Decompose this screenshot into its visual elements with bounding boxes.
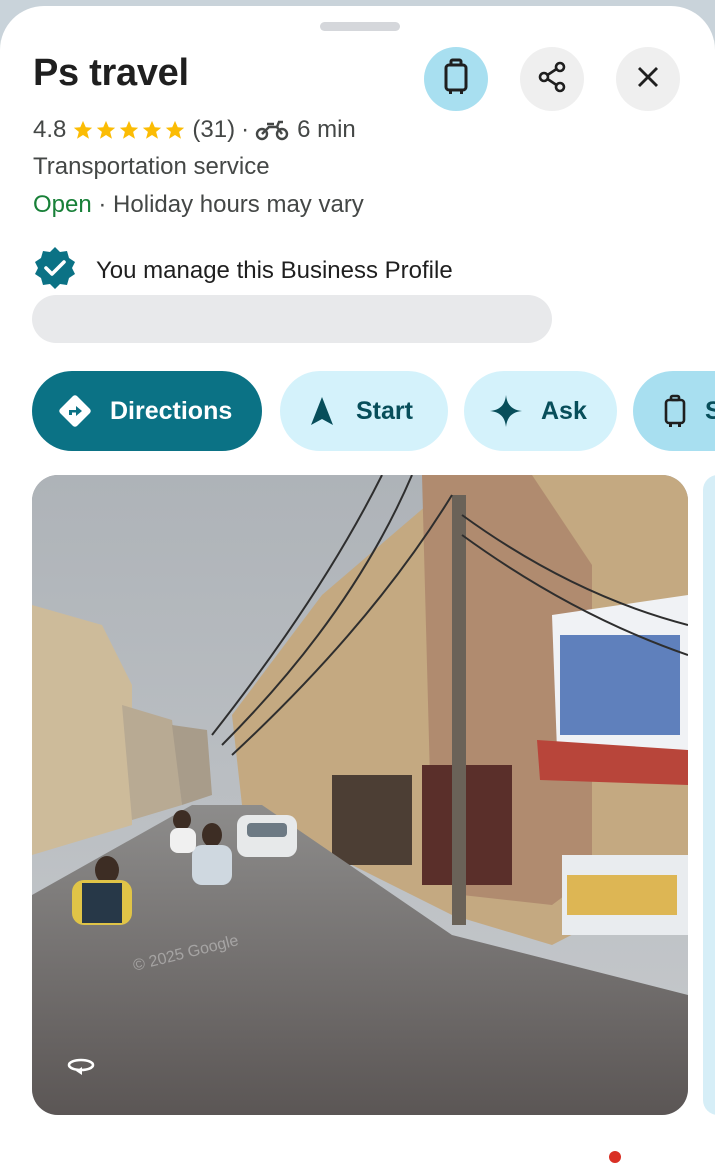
place-title: Ps travel [33, 52, 189, 94]
separator-dot: · [241, 116, 250, 143]
directions-label: Directions [110, 396, 233, 425]
street-view-photo[interactable]: © 2025 Google [32, 475, 688, 1115]
save-button[interactable]: S [633, 371, 715, 451]
star-icon [120, 120, 139, 139]
next-photo-peek[interactable] [703, 475, 715, 1115]
share-icon [537, 61, 567, 98]
directions-icon [58, 394, 92, 428]
open-status: Open [33, 191, 92, 218]
sparkle-icon [489, 394, 523, 428]
drag-handle[interactable] [320, 22, 400, 31]
place-category: Transportation service [33, 153, 270, 180]
star-rating [72, 119, 187, 141]
luggage-button[interactable] [424, 47, 488, 111]
navigation-arrow-icon [310, 396, 334, 426]
review-count: (31) [192, 116, 236, 143]
ask-button[interactable]: Ask [464, 371, 617, 451]
start-button[interactable]: Start [280, 371, 448, 451]
travel-time: 6 min [297, 116, 356, 143]
street-scene-image [32, 475, 688, 1115]
verified-badge-icon [33, 246, 77, 295]
star-icon [97, 120, 116, 139]
star-icon [166, 120, 185, 139]
close-icon [636, 65, 660, 94]
star-icon [143, 120, 162, 139]
rating-row[interactable]: 4.8 (31) · 6 min [33, 114, 356, 146]
close-button[interactable] [616, 47, 680, 111]
save-label: S [705, 396, 715, 425]
notification-dot [609, 1151, 621, 1163]
motorcycle-icon [255, 119, 289, 141]
luggage-icon [441, 58, 471, 101]
hours-row[interactable]: Open · Holiday hours may vary [33, 191, 364, 219]
hours-note: · Holiday hours may vary [98, 191, 364, 218]
star-icon [74, 120, 93, 139]
loading-placeholder [32, 295, 552, 343]
share-button[interactable] [520, 47, 584, 111]
luggage-icon [663, 394, 687, 428]
360-rotate-icon[interactable] [66, 1055, 96, 1077]
ask-label: Ask [541, 396, 587, 425]
place-bottom-sheet: Ps travel 4.8 (31) · 6 min Transportatio… [0, 6, 715, 1168]
rating-value: 4.8 [33, 116, 67, 143]
manage-profile-row[interactable]: You manage this Business Profile [33, 246, 453, 295]
start-label: Start [356, 396, 413, 425]
directions-button[interactable]: Directions [32, 371, 262, 451]
manage-profile-text: You manage this Business Profile [96, 256, 453, 284]
